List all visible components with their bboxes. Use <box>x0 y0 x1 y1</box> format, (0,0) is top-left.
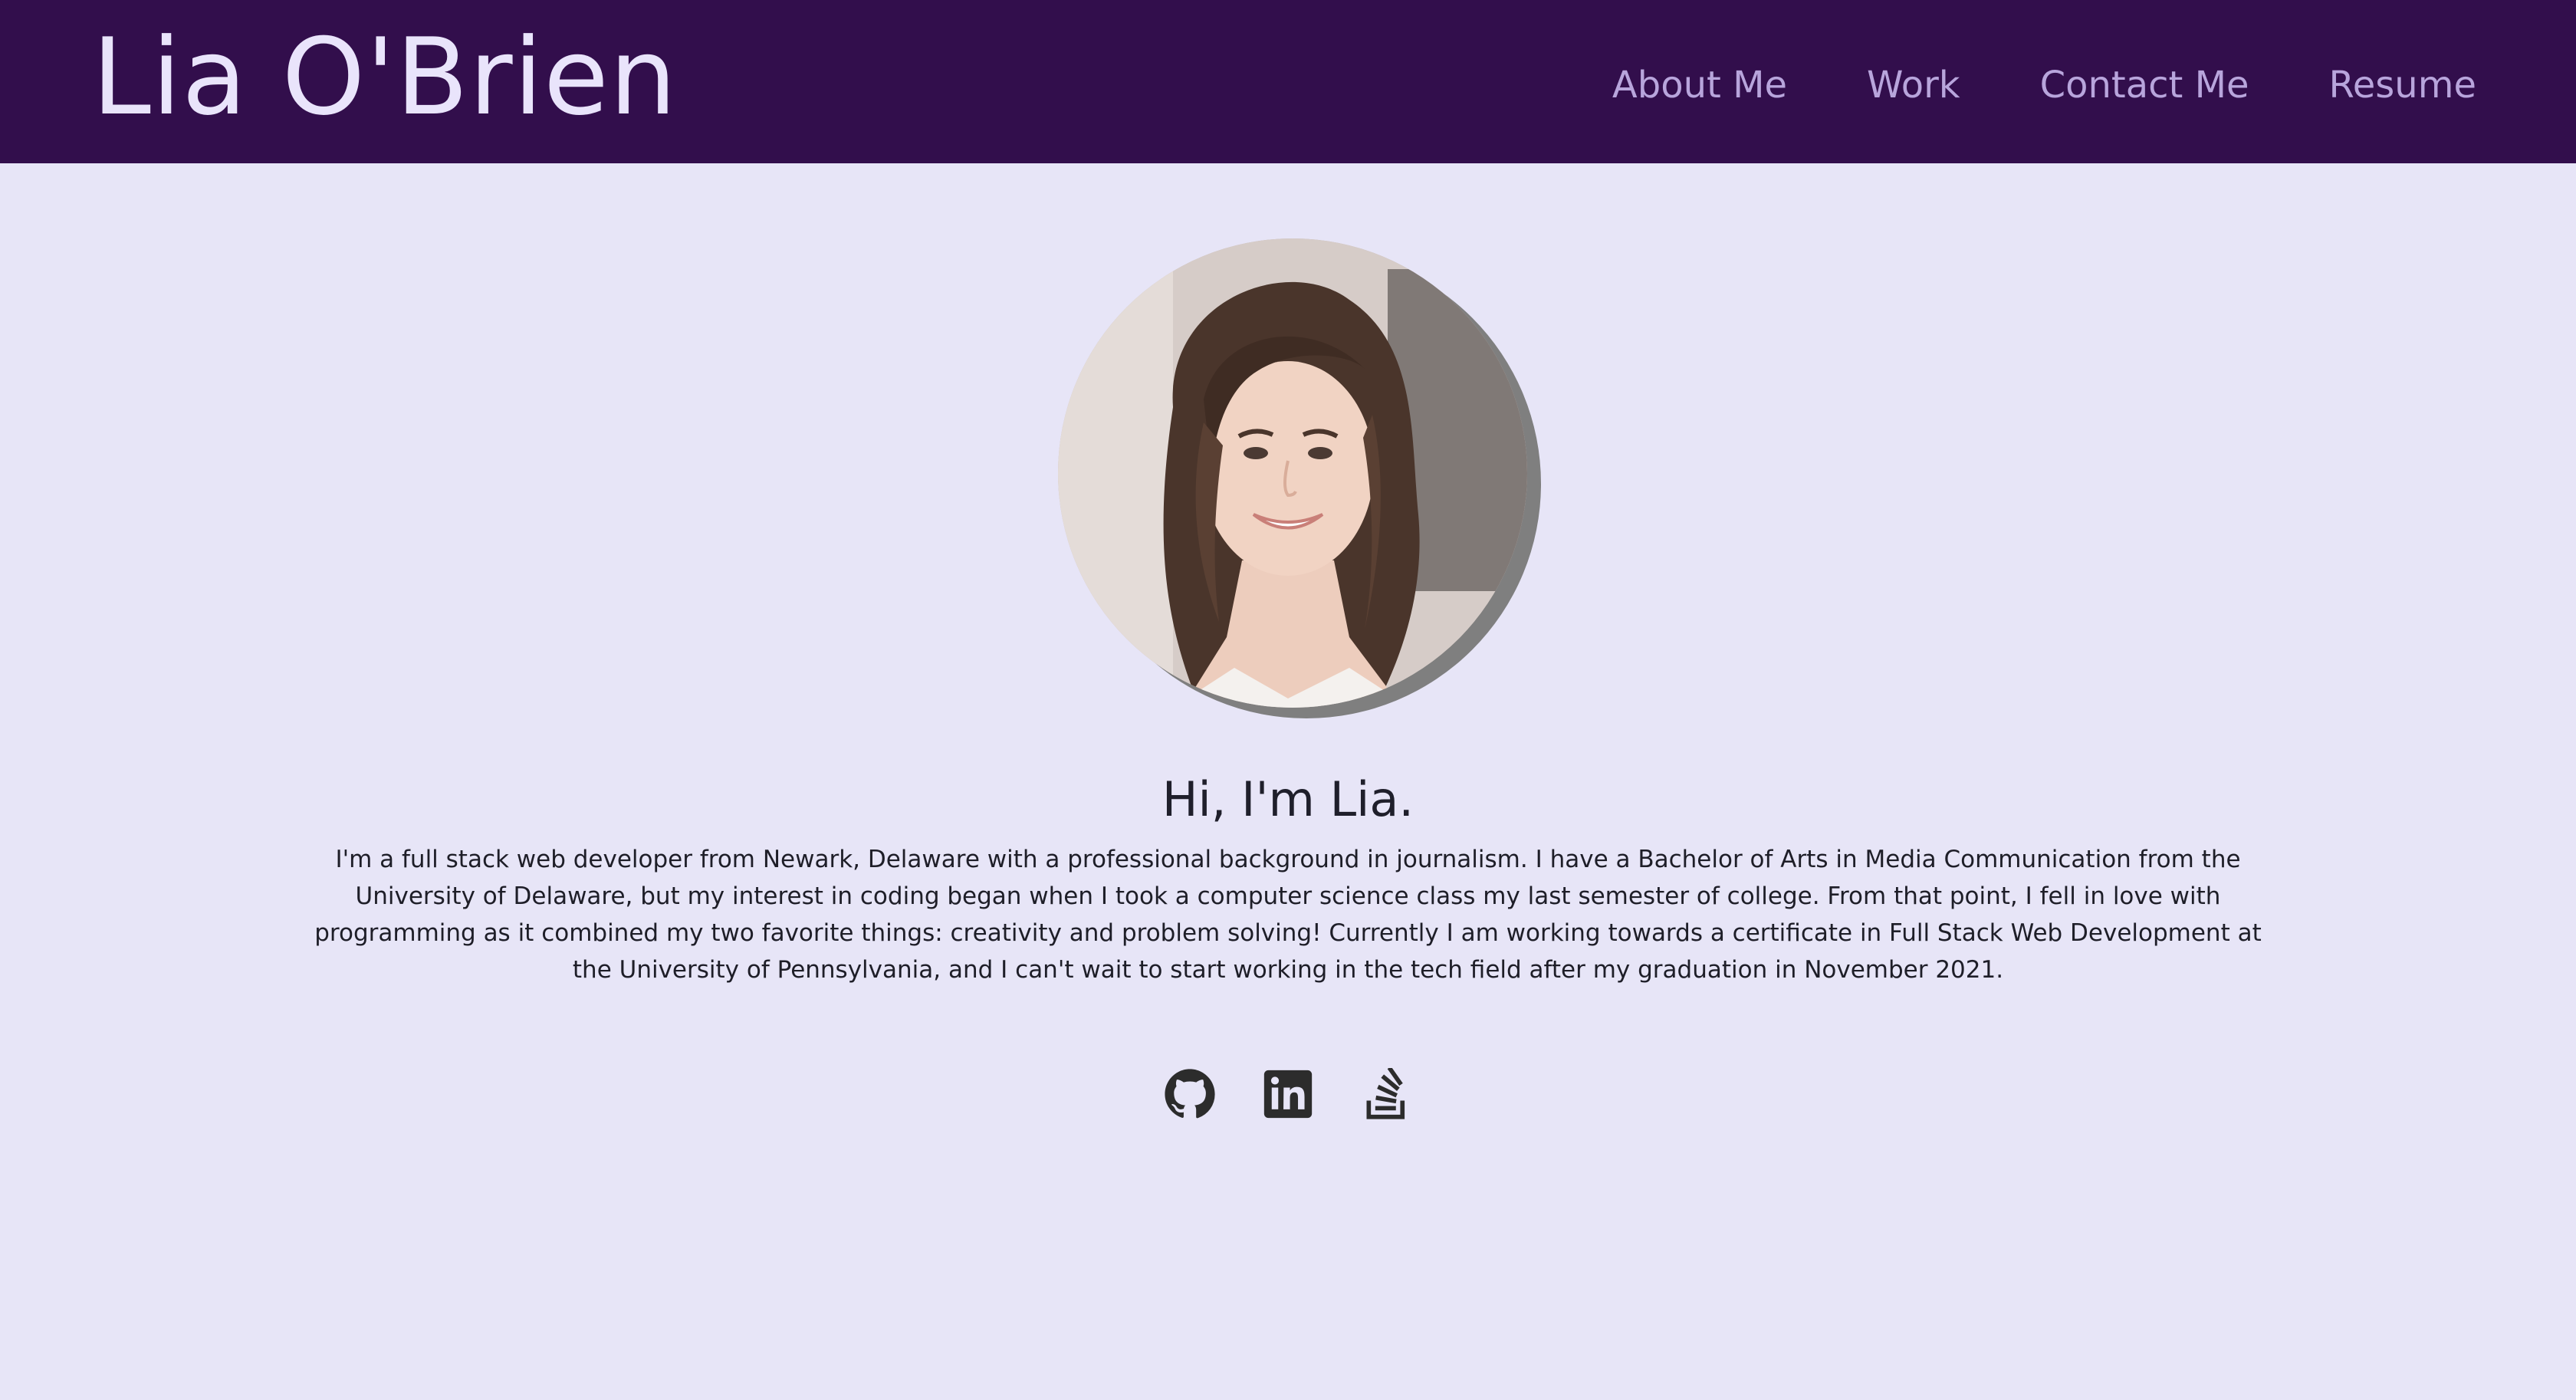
linkedin-icon[interactable] <box>1262 1068 1314 1120</box>
github-icon[interactable] <box>1164 1068 1216 1120</box>
navbar: Lia O'Brien About Me Work Contact Me Res… <box>0 0 2576 163</box>
profile-photo <box>1058 238 1527 708</box>
stack-overflow-icon[interactable] <box>1360 1066 1412 1120</box>
social-links <box>0 1066 2576 1120</box>
about-section: Hi, I'm Lia. I'm a full stack web develo… <box>0 163 2576 1400</box>
site-title[interactable]: Lia O'Brien <box>92 12 677 143</box>
profile-photo-frame <box>1058 238 1541 718</box>
bio-paragraph: I'm a full stack web developer from Newa… <box>314 846 2262 984</box>
nav-work[interactable]: Work <box>1867 58 1960 112</box>
profile-photo-illustration <box>1058 238 1527 708</box>
nav-resume[interactable]: Resume <box>2329 58 2476 112</box>
nav-links: About Me Work Contact Me Resume <box>1612 58 2476 112</box>
nav-contact-me[interactable]: Contact Me <box>2040 58 2249 112</box>
nav-about-me[interactable]: About Me <box>1612 58 1787 112</box>
greeting-heading: Hi, I'm Lia. <box>1162 771 1414 827</box>
